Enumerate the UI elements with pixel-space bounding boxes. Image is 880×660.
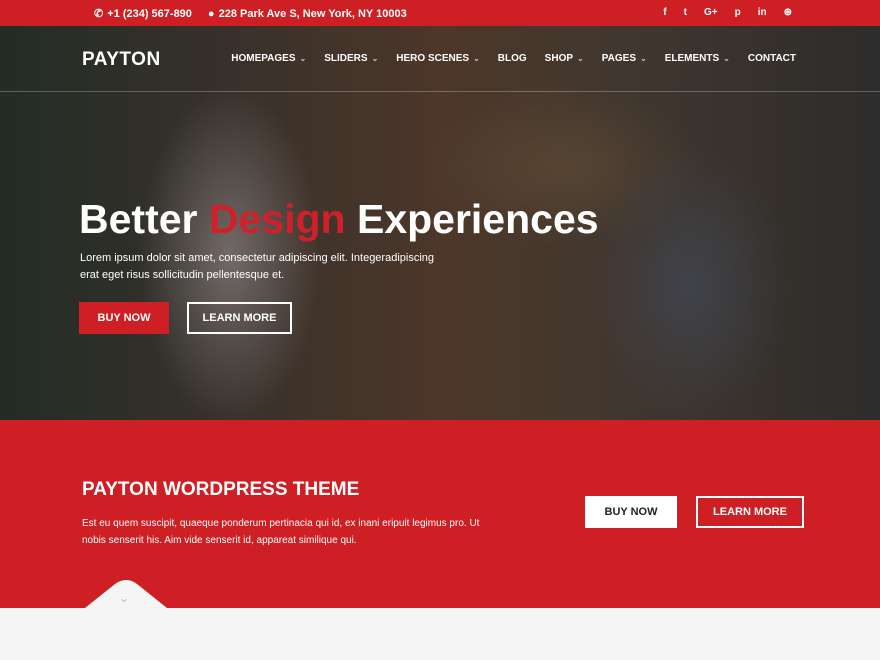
facebook-icon[interactable]: f [663,7,666,18]
next-section [0,608,880,660]
promo-title: PAYTON WORDPRESS THEME [82,479,360,500]
address-contact: ● 228 Park Ave S, New York, NY 10003 [208,7,407,20]
nav-item-label: ELEMENTS [664,53,720,64]
chevron-down-icon: ⌄ [723,54,730,63]
twitter-icon[interactable]: t [684,7,687,18]
main-navigation: PAYTON HOMEPAGES ⌄ SLIDERS ⌄ HERO SCENES ⌄ BLO… [0,26,880,92]
scroll-down-tab[interactable]: ⌄ [85,580,167,608]
contact-info: ✆ +1 (234) 567-890 ● 228 Park Ave S, New… [94,7,407,21]
chevron-down-icon: ⌄ [119,591,130,605]
nav-item-label: SLIDERS [324,53,368,64]
promo-buy-now-button[interactable]: BUY NOW [585,496,677,528]
phone-icon: ✆ [94,8,104,20]
chevron-down-icon: ⌄ [577,54,584,63]
phone-number: +1 (234) 567-890 [107,7,192,20]
phone-contact[interactable]: ✆ +1 (234) 567-890 [94,7,192,21]
dribbble-icon[interactable]: ⊛ [784,7,792,18]
social-links: f t G+ p in ⊛ [663,7,792,18]
nav-item-label: SHOP [544,53,574,64]
hero-lead-text: Lorem ipsum dolor sit amet, consectetur … [80,252,435,281]
map-marker-icon: ● [207,7,215,20]
nav-item-shop[interactable]: SHOP ⌄ [545,53,584,64]
google-plus-icon[interactable]: G+ [704,7,718,18]
nav-item-homepages[interactable]: HOMEPAGES ⌄ [231,53,306,64]
address-text: 228 Park Ave S, New York, NY 10003 [218,7,407,20]
promo-learn-more-button[interactable]: LEARN MORE [696,496,804,528]
nav-item-sliders[interactable]: SLIDERS ⌄ [324,53,378,64]
promo-text: Est eu quem suscipit, quaeque ponderum p… [82,518,480,546]
headline-pre: Better [79,196,209,242]
hero-headline: Better Design Experiences [79,196,599,243]
chevron-down-icon: ⌄ [299,54,307,63]
nav-item-label: HOMEPAGES [231,53,296,64]
nav-item-label: CONTACT [747,53,796,64]
chevron-down-icon: ⌄ [473,54,480,63]
nav-item-elements[interactable]: ELEMENTS ⌄ [665,53,730,64]
headline-post: Experiences [345,196,599,242]
nav-item-label: BLOG [497,53,527,64]
linkedin-icon[interactable]: in [758,7,767,18]
chevron-down-icon: ⌄ [371,54,379,63]
site-logo[interactable]: PAYTON [82,49,161,71]
hero-buy-now-button[interactable]: BUY NOW [79,302,169,334]
nav-item-contact[interactable]: CONTACT [748,53,796,64]
nav-item-label: PAGES [601,53,636,64]
nav-item-hero-scenes[interactable]: HERO SCENES ⌄ [396,53,480,64]
nav-menu: HOMEPAGES ⌄ SLIDERS ⌄ HERO SCENES ⌄ BLOG SHOP ⌄ P… [231,53,796,64]
chevron-down-icon: ⌄ [640,54,647,63]
headline-accent: Design [208,196,346,242]
nav-item-pages[interactable]: PAGES ⌄ [602,53,647,64]
nav-item-blog[interactable]: BLOG [498,53,527,64]
hero-learn-more-button[interactable]: LEARN MORE [187,302,292,334]
nav-item-label: HERO SCENES [396,53,470,64]
top-bar: ✆ +1 (234) 567-890 ● 228 Park Ave S, New… [0,0,880,26]
pinterest-icon[interactable]: p [735,7,741,18]
